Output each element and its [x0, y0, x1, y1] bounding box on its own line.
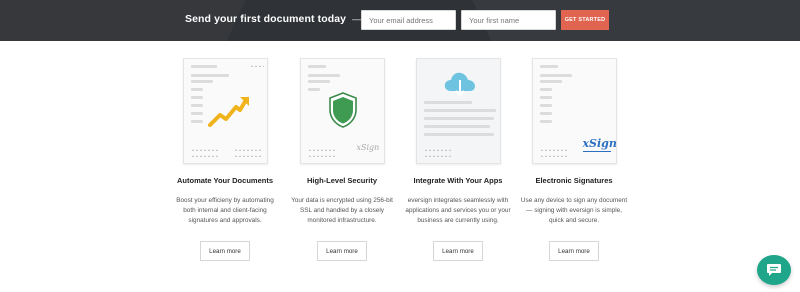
- chat-icon: [767, 264, 781, 276]
- get-started-button[interactable]: GET STARTED: [561, 10, 609, 30]
- feature-description: Your data is encrypted using 256-bit SSL…: [291, 197, 393, 224]
- document-illustration: xSign: [531, 58, 617, 164]
- document-illustration: xSign: [299, 58, 385, 164]
- feature-description: Use any device to sign any document — si…: [520, 197, 628, 224]
- feature-description: Boost your efficieny by automating both …: [176, 197, 274, 224]
- signature-icon: xSign: [582, 137, 617, 150]
- signup-banner: Send your first document today — It's fr…: [0, 0, 800, 41]
- learn-more-button[interactable]: Learn more: [549, 241, 599, 261]
- banner-headline-text: Send your first document today: [185, 13, 347, 25]
- cloud-upload-icon: [444, 72, 475, 97]
- first-name-input[interactable]: [461, 10, 556, 30]
- learn-more-button[interactable]: Learn more: [317, 241, 367, 261]
- email-input[interactable]: [361, 10, 456, 30]
- document-illustration: [415, 58, 501, 164]
- growth-chart-icon: [207, 97, 249, 127]
- learn-more-button[interactable]: Learn more: [433, 241, 483, 261]
- document-illustration: [182, 58, 268, 164]
- feature-signatures: xSign Electronic Signatures Use any devi…: [499, 58, 649, 261]
- feature-description: eversign integrates seamlessly with appl…: [405, 197, 511, 224]
- signature-mark: xSign: [356, 143, 380, 152]
- feature-title: Electronic Signatures: [535, 176, 613, 185]
- chat-button[interactable]: [757, 255, 791, 285]
- learn-more-button[interactable]: Learn more: [200, 241, 250, 261]
- shield-icon: [328, 92, 357, 128]
